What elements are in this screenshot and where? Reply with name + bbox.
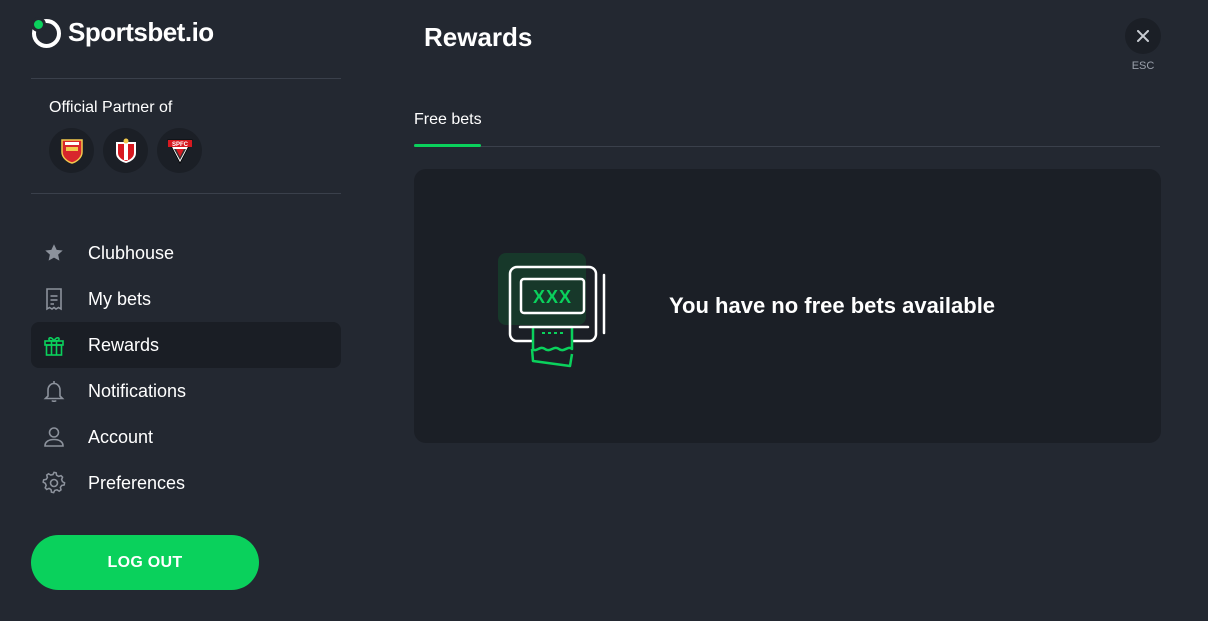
- receipt-icon: [41, 286, 67, 312]
- southampton-crest-icon[interactable]: [103, 128, 148, 173]
- divider: [31, 193, 341, 194]
- sidebar-item-my-bets[interactable]: My bets: [31, 276, 341, 322]
- active-tab-indicator: [414, 144, 481, 147]
- esc-hint: ESC: [1131, 60, 1155, 72]
- sidebar-item-label: Notifications: [88, 380, 187, 401]
- sidebar-item-label: Preferences: [88, 472, 186, 493]
- tab-free-bets[interactable]: Free bets: [414, 100, 482, 147]
- partner-title: Official Partner of: [49, 99, 173, 116]
- sidebar-nav: Clubhouse My bets Rewards Notifications …: [31, 230, 341, 506]
- bell-icon: [41, 378, 67, 404]
- close-icon: [1137, 30, 1149, 42]
- illustration-text: XXX: [533, 287, 572, 307]
- partner-badges: SPFC: [49, 128, 202, 173]
- star-icon: [41, 240, 67, 266]
- gift-icon: [41, 332, 67, 358]
- sidebar-item-account[interactable]: Account: [31, 414, 341, 460]
- brand-logo[interactable]: Sportsbet.io: [31, 16, 214, 48]
- empty-state-panel: XXX You have no free bets available: [414, 169, 1161, 443]
- divider: [31, 78, 341, 79]
- tab-bar: Free bets: [414, 100, 1160, 147]
- logo-mark-icon: [31, 16, 63, 48]
- arsenal-crest-icon[interactable]: [49, 128, 94, 173]
- sidebar-item-clubhouse[interactable]: Clubhouse: [31, 230, 341, 276]
- sidebar-item-label: Account: [88, 426, 154, 447]
- spfc-crest-icon[interactable]: SPFC: [157, 128, 202, 173]
- logout-button[interactable]: LOG OUT: [31, 535, 259, 590]
- empty-state-message: You have no free bets available: [669, 293, 996, 318]
- sidebar: Sportsbet.io Official Partner of SPFC Cl…: [0, 0, 372, 621]
- sidebar-item-notifications[interactable]: Notifications: [31, 368, 341, 414]
- ticket-machine-icon: XXX: [498, 253, 610, 373]
- spfc-crest-text: SPFC: [171, 142, 188, 148]
- close-button[interactable]: [1125, 18, 1161, 54]
- sidebar-item-preferences[interactable]: Preferences: [31, 460, 341, 506]
- user-icon: [41, 424, 67, 450]
- page-title: Rewards: [424, 22, 533, 52]
- brand-name: Sportsbet.io: [68, 16, 214, 47]
- sidebar-item-label: Rewards: [88, 334, 160, 355]
- sidebar-item-label: Clubhouse: [88, 242, 175, 263]
- sidebar-item-label: My bets: [88, 288, 152, 309]
- gear-icon: [41, 470, 67, 496]
- tab-label: Free bets: [414, 111, 482, 128]
- sidebar-item-rewards[interactable]: Rewards: [31, 322, 341, 368]
